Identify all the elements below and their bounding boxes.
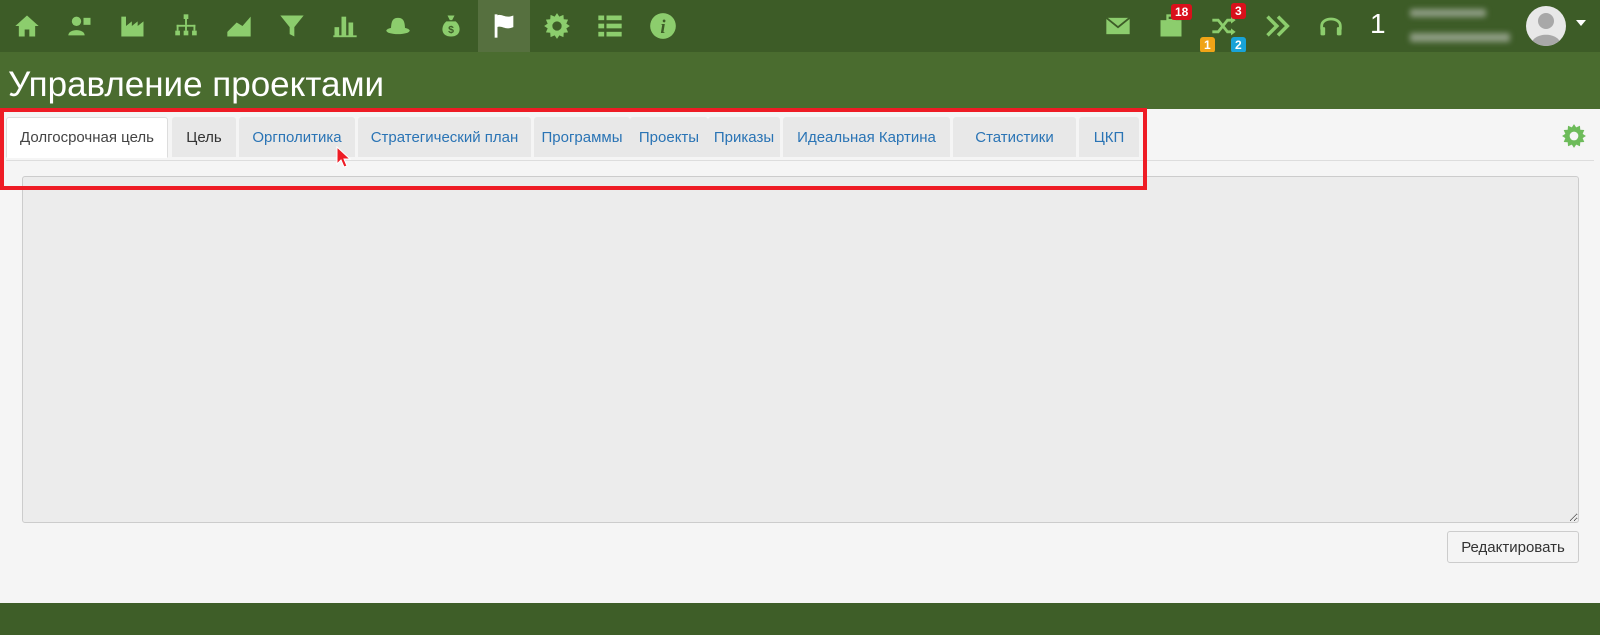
avatar[interactable] — [1526, 6, 1566, 46]
org-chart-icon[interactable] — [160, 0, 212, 52]
user-role-blurred — [1410, 33, 1510, 42]
list-icon[interactable] — [584, 0, 636, 52]
factory-icon[interactable] — [107, 0, 159, 52]
shuffle-badge-secondary: 2 — [1231, 37, 1246, 53]
edit-button[interactable]: Редактировать — [1447, 531, 1579, 563]
shuffle-badge-count: 3 — [1231, 3, 1246, 19]
double-chevron-right-icon[interactable] — [1256, 0, 1300, 52]
tab-orders[interactable]: Приказы — [708, 117, 780, 157]
users-icon[interactable] — [54, 0, 106, 52]
tab-goal[interactable]: Цель — [172, 117, 236, 157]
envelope-icon[interactable] — [1096, 0, 1140, 52]
funnel-icon[interactable] — [266, 0, 318, 52]
footer-band — [0, 603, 1600, 635]
hat-icon[interactable] — [372, 0, 424, 52]
main-content: Долгосрочная цель Цель Оргполитика Страт… — [0, 109, 1600, 603]
home-icon[interactable] — [1, 0, 53, 52]
svg-text:i: i — [660, 17, 666, 38]
svg-text:$: $ — [448, 24, 454, 36]
notification-counter[interactable]: 1 — [1370, 8, 1386, 40]
page-header: Управление проектами — [0, 52, 1600, 109]
briefcase-badge-count: 18 — [1171, 4, 1193, 20]
tab-ideal-picture[interactable]: Идеальная Картина — [783, 117, 950, 157]
gear-icon[interactable] — [531, 0, 583, 52]
tab-programs[interactable]: Программы — [534, 117, 630, 157]
tab-divider — [6, 160, 1594, 161]
top-navigation-bar: $ i 18 1 3 2 1 — [0, 0, 1600, 53]
user-menu-caret-icon[interactable] — [1576, 20, 1586, 26]
page-title: Управление проектами — [8, 65, 385, 104]
tab-vfp[interactable]: ЦКП — [1079, 117, 1139, 157]
money-bag-icon[interactable]: $ — [425, 0, 477, 52]
mouse-cursor-icon — [336, 145, 354, 170]
tab-statistics[interactable]: Статистики — [953, 117, 1076, 157]
tab-projects[interactable]: Проекты — [630, 117, 708, 157]
settings-gear-icon[interactable] — [1561, 123, 1587, 149]
tab-strategic-plan[interactable]: Стратегический план — [358, 117, 531, 157]
area-chart-icon[interactable] — [213, 0, 265, 52]
flag-icon[interactable] — [478, 0, 530, 52]
info-icon[interactable]: i — [637, 0, 689, 52]
tab-long-term-goal[interactable]: Долгосрочная цель — [6, 117, 168, 158]
headset-icon[interactable] — [1309, 0, 1353, 52]
bar-chart-icon[interactable] — [319, 0, 371, 52]
username-blurred — [1410, 9, 1486, 17]
long-term-goal-textarea[interactable] — [22, 176, 1579, 523]
